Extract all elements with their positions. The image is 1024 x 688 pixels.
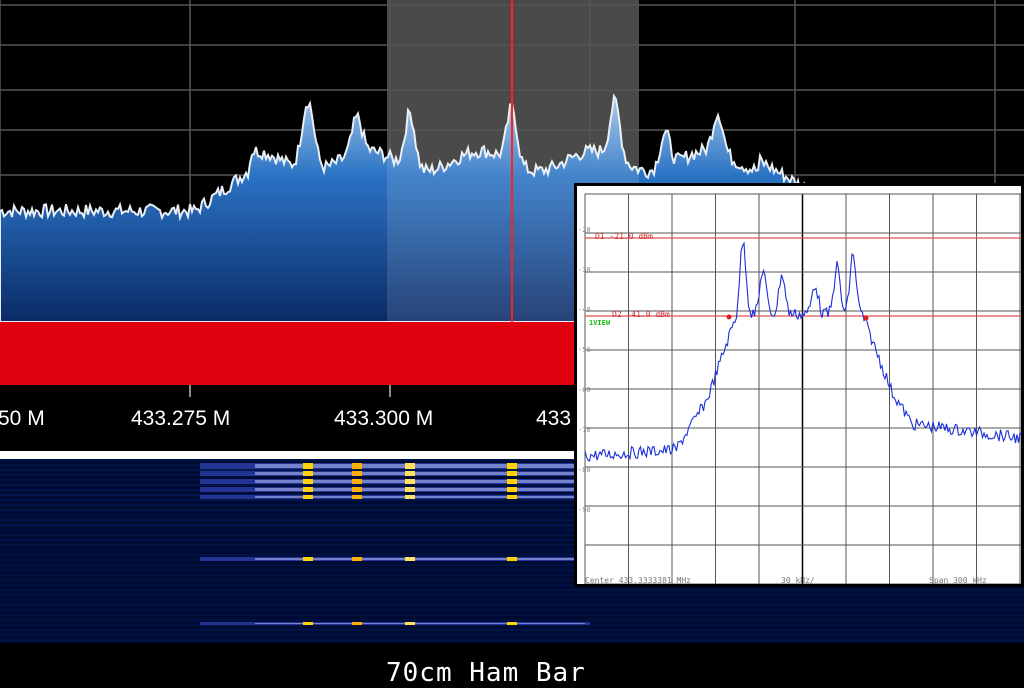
- y-tick: -60: [578, 386, 591, 394]
- footer-span: Span 300 kHz: [929, 576, 987, 585]
- y-tick: -30: [578, 266, 591, 274]
- spectrum-analyzer-overlay: D1 -21.0 dBm D2 -41.0 dBm 1VIEW -20 -30 …: [574, 183, 1024, 587]
- footer-div: 30 kHz/: [781, 576, 815, 585]
- y-tick: -80: [578, 466, 591, 474]
- y-tick: -90: [578, 506, 591, 514]
- footer-center: Center 433.3333381 MHz: [585, 576, 691, 585]
- freq-label: 50 M: [0, 407, 45, 430]
- band-label: 70cm Ham Bar: [386, 658, 586, 688]
- marker-dot: [726, 314, 732, 320]
- y-tick: -20: [578, 226, 591, 234]
- marker2-label: D2 -41.0 dBm: [612, 310, 670, 319]
- trace-label: 1VIEW: [589, 319, 611, 327]
- y-tick: -40: [578, 306, 591, 314]
- analyzer-plot: [584, 193, 1021, 584]
- y-tick: -70: [578, 426, 591, 434]
- freq-label: 433.300 M: [334, 407, 434, 430]
- freq-label: 433.275 M: [131, 407, 231, 430]
- freq-label: 433: [536, 407, 572, 430]
- marker-dot: [863, 315, 869, 321]
- marker1-label: D1 -21.0 dBm: [595, 232, 653, 241]
- y-tick: -50: [578, 346, 591, 354]
